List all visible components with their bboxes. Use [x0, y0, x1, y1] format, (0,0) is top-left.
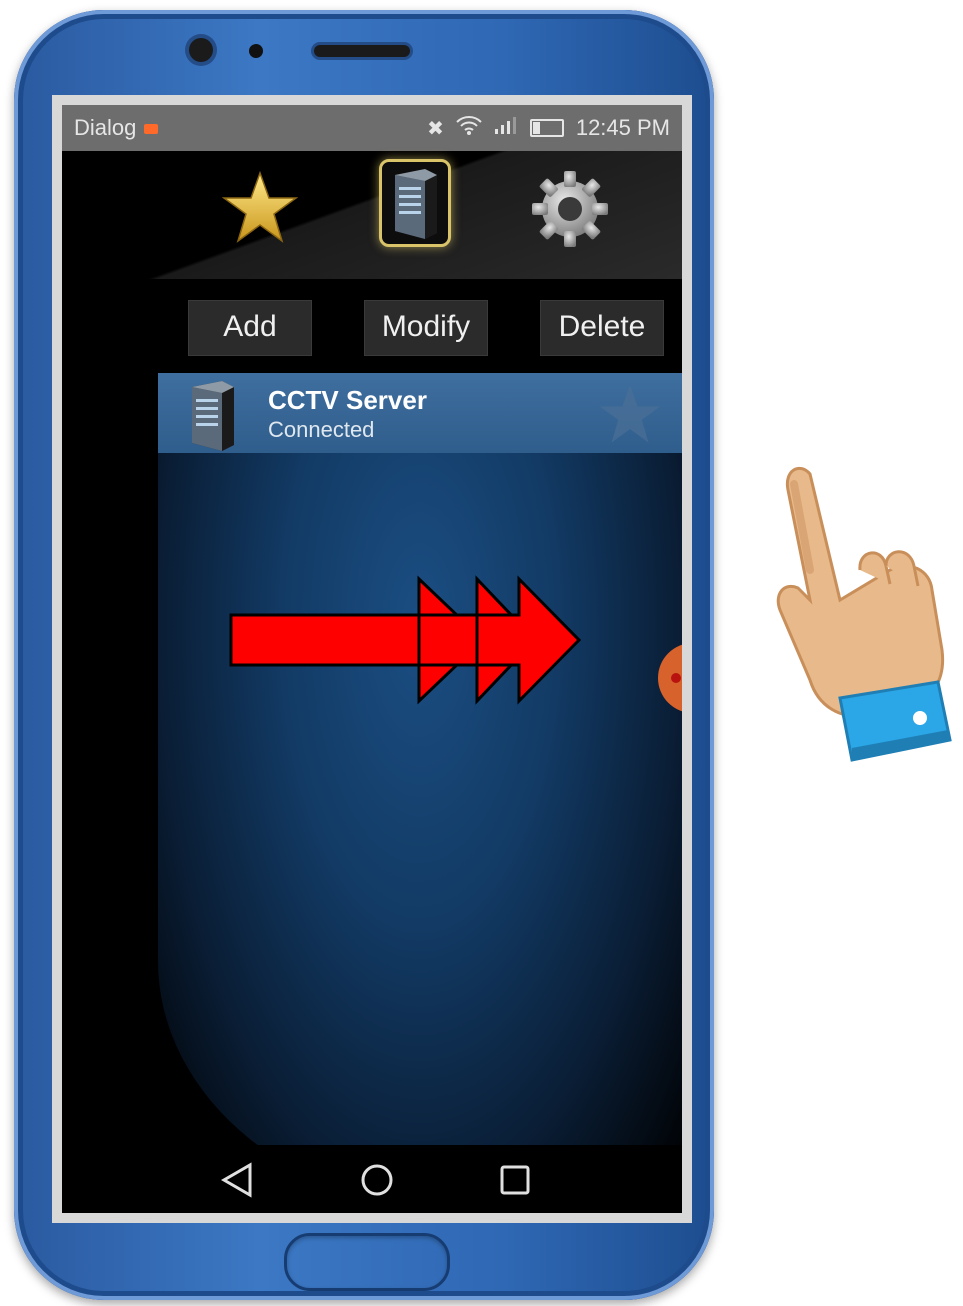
proximity-sensor [249, 44, 263, 58]
back-icon [220, 1162, 252, 1198]
status-bar: Dialog ✖ 12:45 PM [62, 105, 682, 151]
server-list [158, 373, 682, 1213]
favorite-star-icon[interactable] [598, 383, 662, 445]
carrier-label: Dialog [74, 115, 159, 141]
physical-home-button [284, 1233, 450, 1291]
tab-favorites[interactable] [221, 170, 299, 248]
battery-icon [529, 119, 564, 137]
swipe-arrows-icon [229, 575, 582, 705]
earpiece-speaker [314, 45, 410, 57]
clock: 12:45 PM [575, 115, 670, 140]
delete-button[interactable]: Delete [540, 300, 664, 356]
gear-icon [532, 171, 608, 247]
server-icon [395, 169, 437, 239]
action-toolbar: Add Modify Delete [62, 300, 682, 360]
server-icon [192, 381, 234, 451]
phone-frame: Dialog ✖ 12:45 PM Add Modify Delete CCTV… [14, 10, 714, 1300]
list-item[interactable]: CCTV Server Connected [158, 373, 682, 453]
home-button[interactable] [352, 1155, 402, 1205]
server-status: Connected [268, 417, 375, 442]
server-name: CCTV Server [268, 385, 427, 415]
signal-icon [494, 115, 518, 141]
star-icon [221, 170, 299, 243]
wifi-icon [456, 115, 482, 141]
pointing-hand-icon [776, 467, 952, 762]
tab-bar [62, 151, 682, 279]
notification-badge-icon [144, 124, 159, 135]
tab-settings[interactable] [530, 169, 610, 254]
modify-button[interactable]: Modify [364, 300, 488, 356]
app-display: Dialog ✖ 12:45 PM Add Modify Delete CCTV… [62, 105, 682, 1213]
tab-servers[interactable] [379, 159, 451, 247]
home-icon [361, 1164, 393, 1196]
back-button[interactable] [212, 1155, 262, 1205]
recents-icon [500, 1165, 530, 1195]
front-camera [189, 38, 213, 62]
add-button[interactable]: Add [188, 300, 312, 356]
handle-dot-icon [671, 673, 681, 683]
silent-icon: ✖ [427, 117, 444, 140]
recents-button[interactable] [490, 1155, 540, 1205]
navigation-bar [62, 1145, 682, 1213]
screen-bezel: Dialog ✖ 12:45 PM Add Modify Delete CCTV… [52, 95, 692, 1223]
